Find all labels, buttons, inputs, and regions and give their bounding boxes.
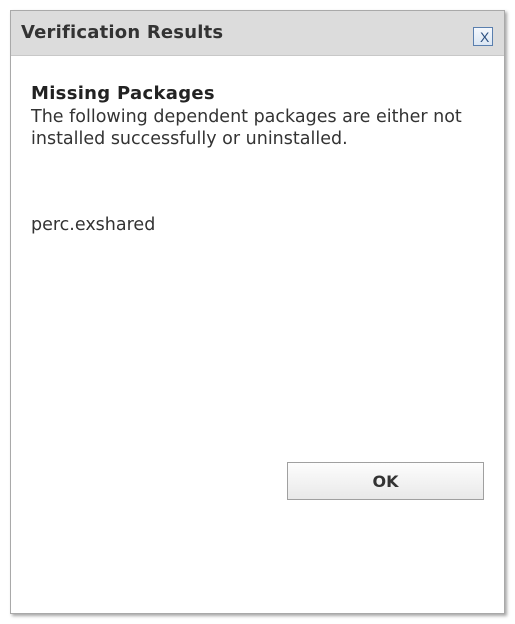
close-button[interactable]: X [473, 27, 493, 46]
missing-packages-heading: Missing Packages [31, 83, 215, 104]
ok-button[interactable]: OK [287, 462, 484, 500]
dialog-titlebar: Verification Results X [11, 11, 504, 56]
dialog-content: Missing Packages The following dependent… [11, 56, 504, 613]
dialog-title: Verification Results [21, 22, 224, 43]
missing-packages-message: The following dependent packages are eit… [31, 107, 462, 149]
verification-results-dialog: Verification Results X Missing Packages … [10, 10, 505, 614]
package-item: perc.exshared [31, 215, 156, 235]
